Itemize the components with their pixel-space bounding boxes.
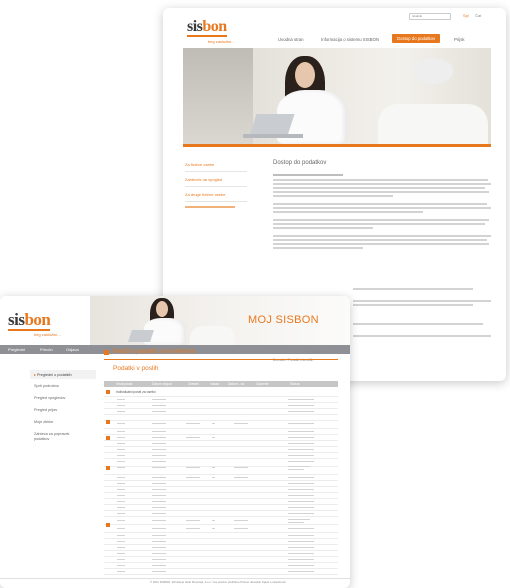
subnav-overview[interactable]: Pregledni (8, 347, 25, 352)
col-header-notes: Opombe (256, 382, 269, 386)
col-header-status: Status (290, 382, 300, 386)
left-nav-overview[interactable]: ▸ Pregledni o podatkih (34, 372, 72, 377)
row-marker-icon[interactable] (106, 420, 110, 424)
title-marker-icon (104, 350, 109, 355)
main-title: Matični podatki za komitenta (113, 348, 196, 355)
left-nav-collections[interactable]: Moje zbirke (34, 420, 53, 424)
subnav-manual[interactable]: Priročn (40, 347, 53, 352)
section-title: Podatki v poslih (113, 365, 159, 372)
sidebar-item-request[interactable]: Zahtevek na vpogled (185, 177, 222, 182)
content-title: Dostop do podatkov (273, 160, 327, 166)
row-marker-icon[interactable] (106, 523, 110, 527)
expand-icon[interactable] (106, 390, 110, 394)
nav-login[interactable]: Prijsk (454, 37, 465, 42)
sisbon-logo[interactable]: sisbon (187, 18, 227, 37)
topbar-link[interactable]: Čat (475, 13, 481, 18)
nav-about-sisbon[interactable]: Informacija o sistemu SISBON (321, 37, 379, 42)
topbar-link[interactable]: Spl (463, 13, 469, 18)
table-header (104, 381, 338, 387)
sidebar-item-other-persons[interactable]: Za druge fizične osebe (185, 192, 225, 197)
left-nav-details[interactable]: Sprti podrobno (34, 384, 59, 388)
sisbon-logo[interactable]: sisbon (8, 310, 51, 331)
hero-image (183, 48, 491, 144)
print-link[interactable]: ⎙ Natisni (307, 350, 321, 355)
footer: © 2011 SISBON, Združenje bank Slovenije,… (150, 580, 286, 584)
nav-data-access[interactable]: Dostop do podatkov (392, 34, 441, 43)
row-marker-icon[interactable] (106, 436, 110, 440)
col-header-date-to: Datum - do (228, 382, 245, 386)
col-header-amount: Znesek (188, 382, 199, 386)
logo-tagline: beg zaslužim... (208, 39, 235, 44)
hero-accent-bar (183, 144, 491, 147)
search-input[interactable]: Iskalnik (409, 13, 451, 20)
nav-home[interactable]: Uvodna stran (278, 37, 304, 42)
col-header-currency: Valuta (210, 382, 220, 386)
group-label: Individualni posel za osebo (116, 390, 156, 394)
left-nav-applications[interactable]: Pregled prijav (34, 408, 57, 412)
col-header-date: Datum dogod (152, 382, 172, 386)
logo-tagline: beg zaslužim... (34, 332, 61, 337)
left-nav-correction[interactable]: Zahteva za popravek podatkov (34, 432, 78, 442)
header-title: MOJ SISBON (248, 314, 319, 326)
subnav-logout[interactable]: Odjava (66, 347, 79, 352)
sidebar-item-individuals[interactable]: Za fizične osebe (185, 162, 214, 167)
left-nav-inquiries[interactable]: Pregled vpogledov (34, 396, 65, 400)
col-header-type: Vrsta posla (116, 382, 133, 386)
row-marker-icon[interactable] (106, 466, 110, 470)
header-subtitle (285, 328, 286, 333)
